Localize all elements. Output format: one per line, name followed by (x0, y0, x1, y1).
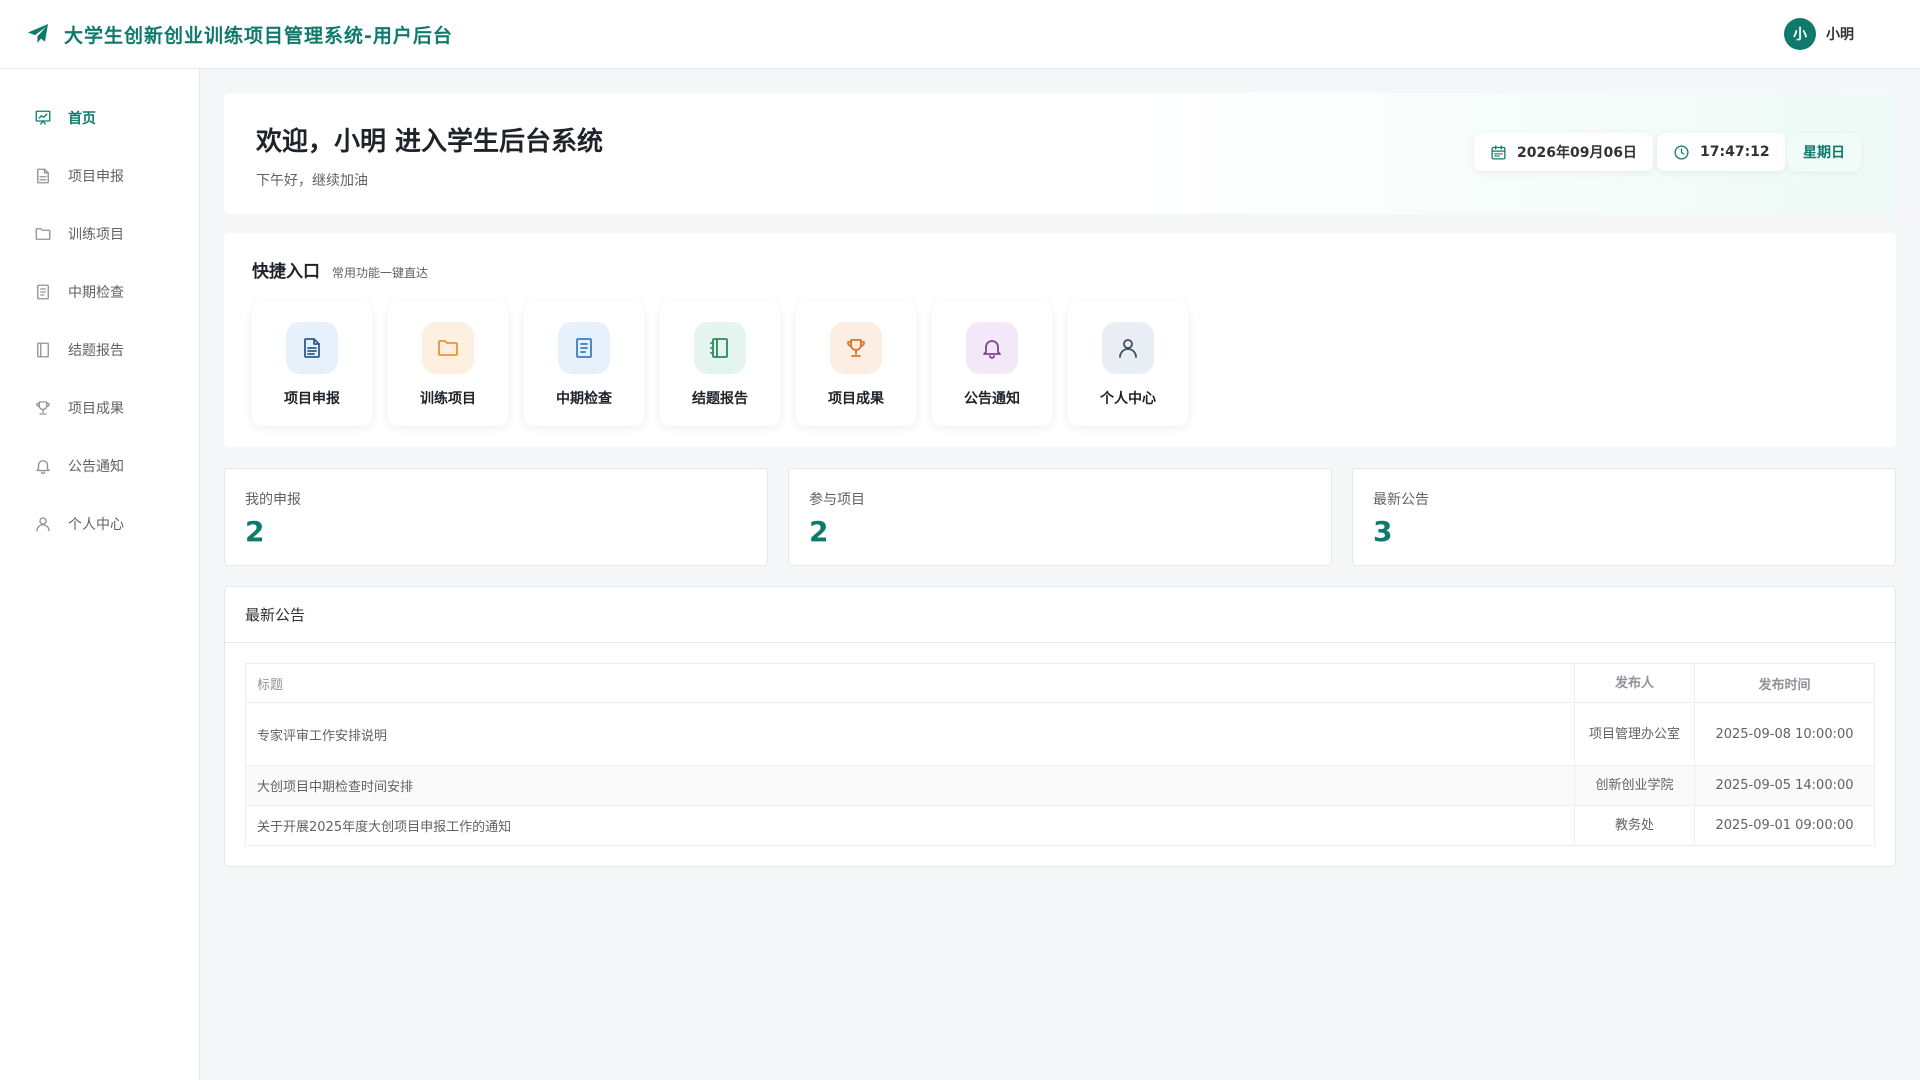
quick-item-label: 项目申报 (284, 391, 340, 407)
sidebar-item-label: 首页 (68, 111, 96, 127)
user-icon (1119, 339, 1137, 358)
quick-entry-title: 快捷入口 (252, 262, 320, 282)
document-icon (37, 168, 49, 184)
latest-notices-panel: 最新公告 标题 发布人 发布时间 专家评审工作安排说明 项目管理办公室 2025… (224, 586, 1896, 867)
sidebar-item-training-project[interactable]: 训练项目 (0, 205, 199, 263)
bell-icon (983, 340, 1001, 359)
notices-panel-title: 最新公告 (225, 587, 1895, 643)
welcome-banner: 欢迎，小明 进入学生后台系统 下午好，继续加油 2026年09月06日 17:4… (224, 93, 1896, 214)
sidebar-item-midterm-check[interactable]: 中期检查 (0, 263, 199, 321)
weekday-text: 星期日 (1803, 145, 1845, 161)
quick-item-profile[interactable]: 个人中心 (1068, 302, 1188, 426)
app-title: 大学生创新创业训练项目管理系统-用户后台 (64, 24, 453, 47)
stat-value: 3 (1373, 515, 1393, 548)
table-row[interactable]: 大创项目中期检查时间安排 创新创业学院 2025-09-05 14:00:00 (245, 765, 1875, 806)
trophy-icon (36, 401, 50, 415)
column-header-time: 发布时间 (1694, 663, 1875, 703)
notice-title[interactable]: 专家评审工作安排说明 (245, 702, 1575, 766)
quick-item-final-report[interactable]: 结题报告 (660, 302, 780, 426)
notice-time: 2025-09-08 10:00:00 (1694, 702, 1875, 766)
sidebar-item-label: 个人中心 (68, 517, 124, 533)
date-badge: 2026年09月06日 (1474, 133, 1653, 171)
quick-entry-subtitle: 常用功能一键直达 (332, 266, 429, 280)
notice-publisher: 教务处 (1574, 805, 1695, 846)
sidebar-item-label: 项目成果 (68, 401, 124, 417)
user-menu[interactable]: 小 小明 (1784, 18, 1854, 50)
paper-plane-icon (28, 24, 48, 43)
quick-item-project-apply[interactable]: 项目申报 (252, 302, 372, 426)
table-row[interactable]: 专家评审工作安排说明 项目管理办公室 2025-09-08 10:00:00 (245, 702, 1875, 766)
quick-item-midterm-check[interactable]: 中期检查 (524, 302, 644, 426)
quick-item-label: 结题报告 (692, 391, 748, 407)
column-header-title: 标题 (245, 663, 1575, 703)
sidebar-item-achievements[interactable]: 项目成果 (0, 379, 199, 437)
quick-item-label: 训练项目 (420, 391, 476, 407)
sidebar-item-label: 结题报告 (68, 343, 124, 359)
stat-value: 2 (809, 515, 829, 548)
notice-publisher: 创新创业学院 (1574, 765, 1695, 806)
quick-item-label: 个人中心 (1100, 391, 1156, 407)
time-text: 17:47:12 (1700, 144, 1770, 160)
username[interactable]: 小明 (1826, 24, 1854, 44)
stat-card-joined-projects: 参与项目 2 (788, 468, 1332, 566)
stat-card-my-applications: 我的申报 2 (224, 468, 768, 566)
folder-icon (438, 340, 458, 356)
notice-time: 2025-09-01 09:00:00 (1694, 805, 1875, 846)
notice-title[interactable]: 大创项目中期检查时间安排 (245, 765, 1575, 806)
sidebar-item-label: 训练项目 (68, 227, 124, 243)
notice-time: 2025-09-05 14:00:00 (1694, 765, 1875, 806)
trophy-icon (847, 339, 865, 357)
quick-item-label: 中期检查 (556, 391, 612, 407)
table-row[interactable]: 关于开展2025年度大创项目申报工作的通知 教务处 2025-09-01 09:… (245, 805, 1875, 846)
notebook-icon (710, 338, 728, 358)
chart-board-icon (35, 110, 51, 125)
sidebar: 首页 项目申报 训练项目 中期检查 结题报告 项目成果 公告通知 个人中心 (0, 69, 200, 1080)
sidebar-item-final-report[interactable]: 结题报告 (0, 321, 199, 379)
document-icon (304, 338, 320, 358)
column-header-publisher: 发布人 (1574, 663, 1695, 703)
notices-table: 标题 发布人 发布时间 专家评审工作安排说明 项目管理办公室 2025-09-0… (245, 663, 1875, 846)
quick-item-training-project[interactable]: 训练项目 (388, 302, 508, 426)
sidebar-item-label: 项目申报 (68, 169, 124, 185)
quick-item-achievements[interactable]: 项目成果 (796, 302, 916, 426)
welcome-subtitle: 下午好，继续加油 (256, 173, 368, 189)
sidebar-item-label: 中期检查 (68, 285, 124, 301)
stat-value: 2 (245, 515, 265, 548)
sidebar-item-label: 公告通知 (68, 459, 124, 475)
folder-icon (35, 228, 51, 240)
sidebar-item-profile[interactable]: 个人中心 (0, 495, 199, 553)
clock-icon (1674, 144, 1689, 160)
top-header: 大学生创新创业训练项目管理系统-用户后台 小 小明 (0, 0, 1920, 69)
quick-item-label: 公告通知 (964, 391, 1020, 407)
stat-label: 我的申报 (245, 492, 301, 508)
quick-item-notices[interactable]: 公告通知 (932, 302, 1052, 426)
stat-label: 最新公告 (1373, 492, 1429, 508)
stat-card-latest-notices: 最新公告 3 (1352, 468, 1896, 566)
stat-label: 参与项目 (809, 492, 865, 508)
sidebar-item-project-apply[interactable]: 项目申报 (0, 147, 199, 205)
weekday-badge: 星期日 (1787, 133, 1861, 171)
checklist-icon (37, 284, 49, 300)
user-icon (36, 517, 50, 532)
sidebar-item-notices[interactable]: 公告通知 (0, 437, 199, 495)
calendar-icon (1491, 144, 1506, 160)
avatar[interactable]: 小 (1784, 18, 1816, 50)
notice-title[interactable]: 关于开展2025年度大创项目申报工作的通知 (245, 805, 1575, 846)
quick-item-label: 项目成果 (828, 391, 884, 407)
bell-icon (36, 460, 50, 475)
quick-entry-panel: 快捷入口 常用功能一键直达 项目申报 训练项目 中期检查 结题报告 项目成果 公… (224, 233, 1896, 447)
date-text: 2026年09月06日 (1517, 145, 1637, 161)
sidebar-item-home[interactable]: 首页 (0, 89, 199, 147)
notebook-icon (37, 342, 49, 358)
time-badge: 17:47:12 (1657, 133, 1786, 171)
notice-publisher: 项目管理办公室 (1574, 702, 1695, 766)
checklist-icon (576, 338, 592, 358)
